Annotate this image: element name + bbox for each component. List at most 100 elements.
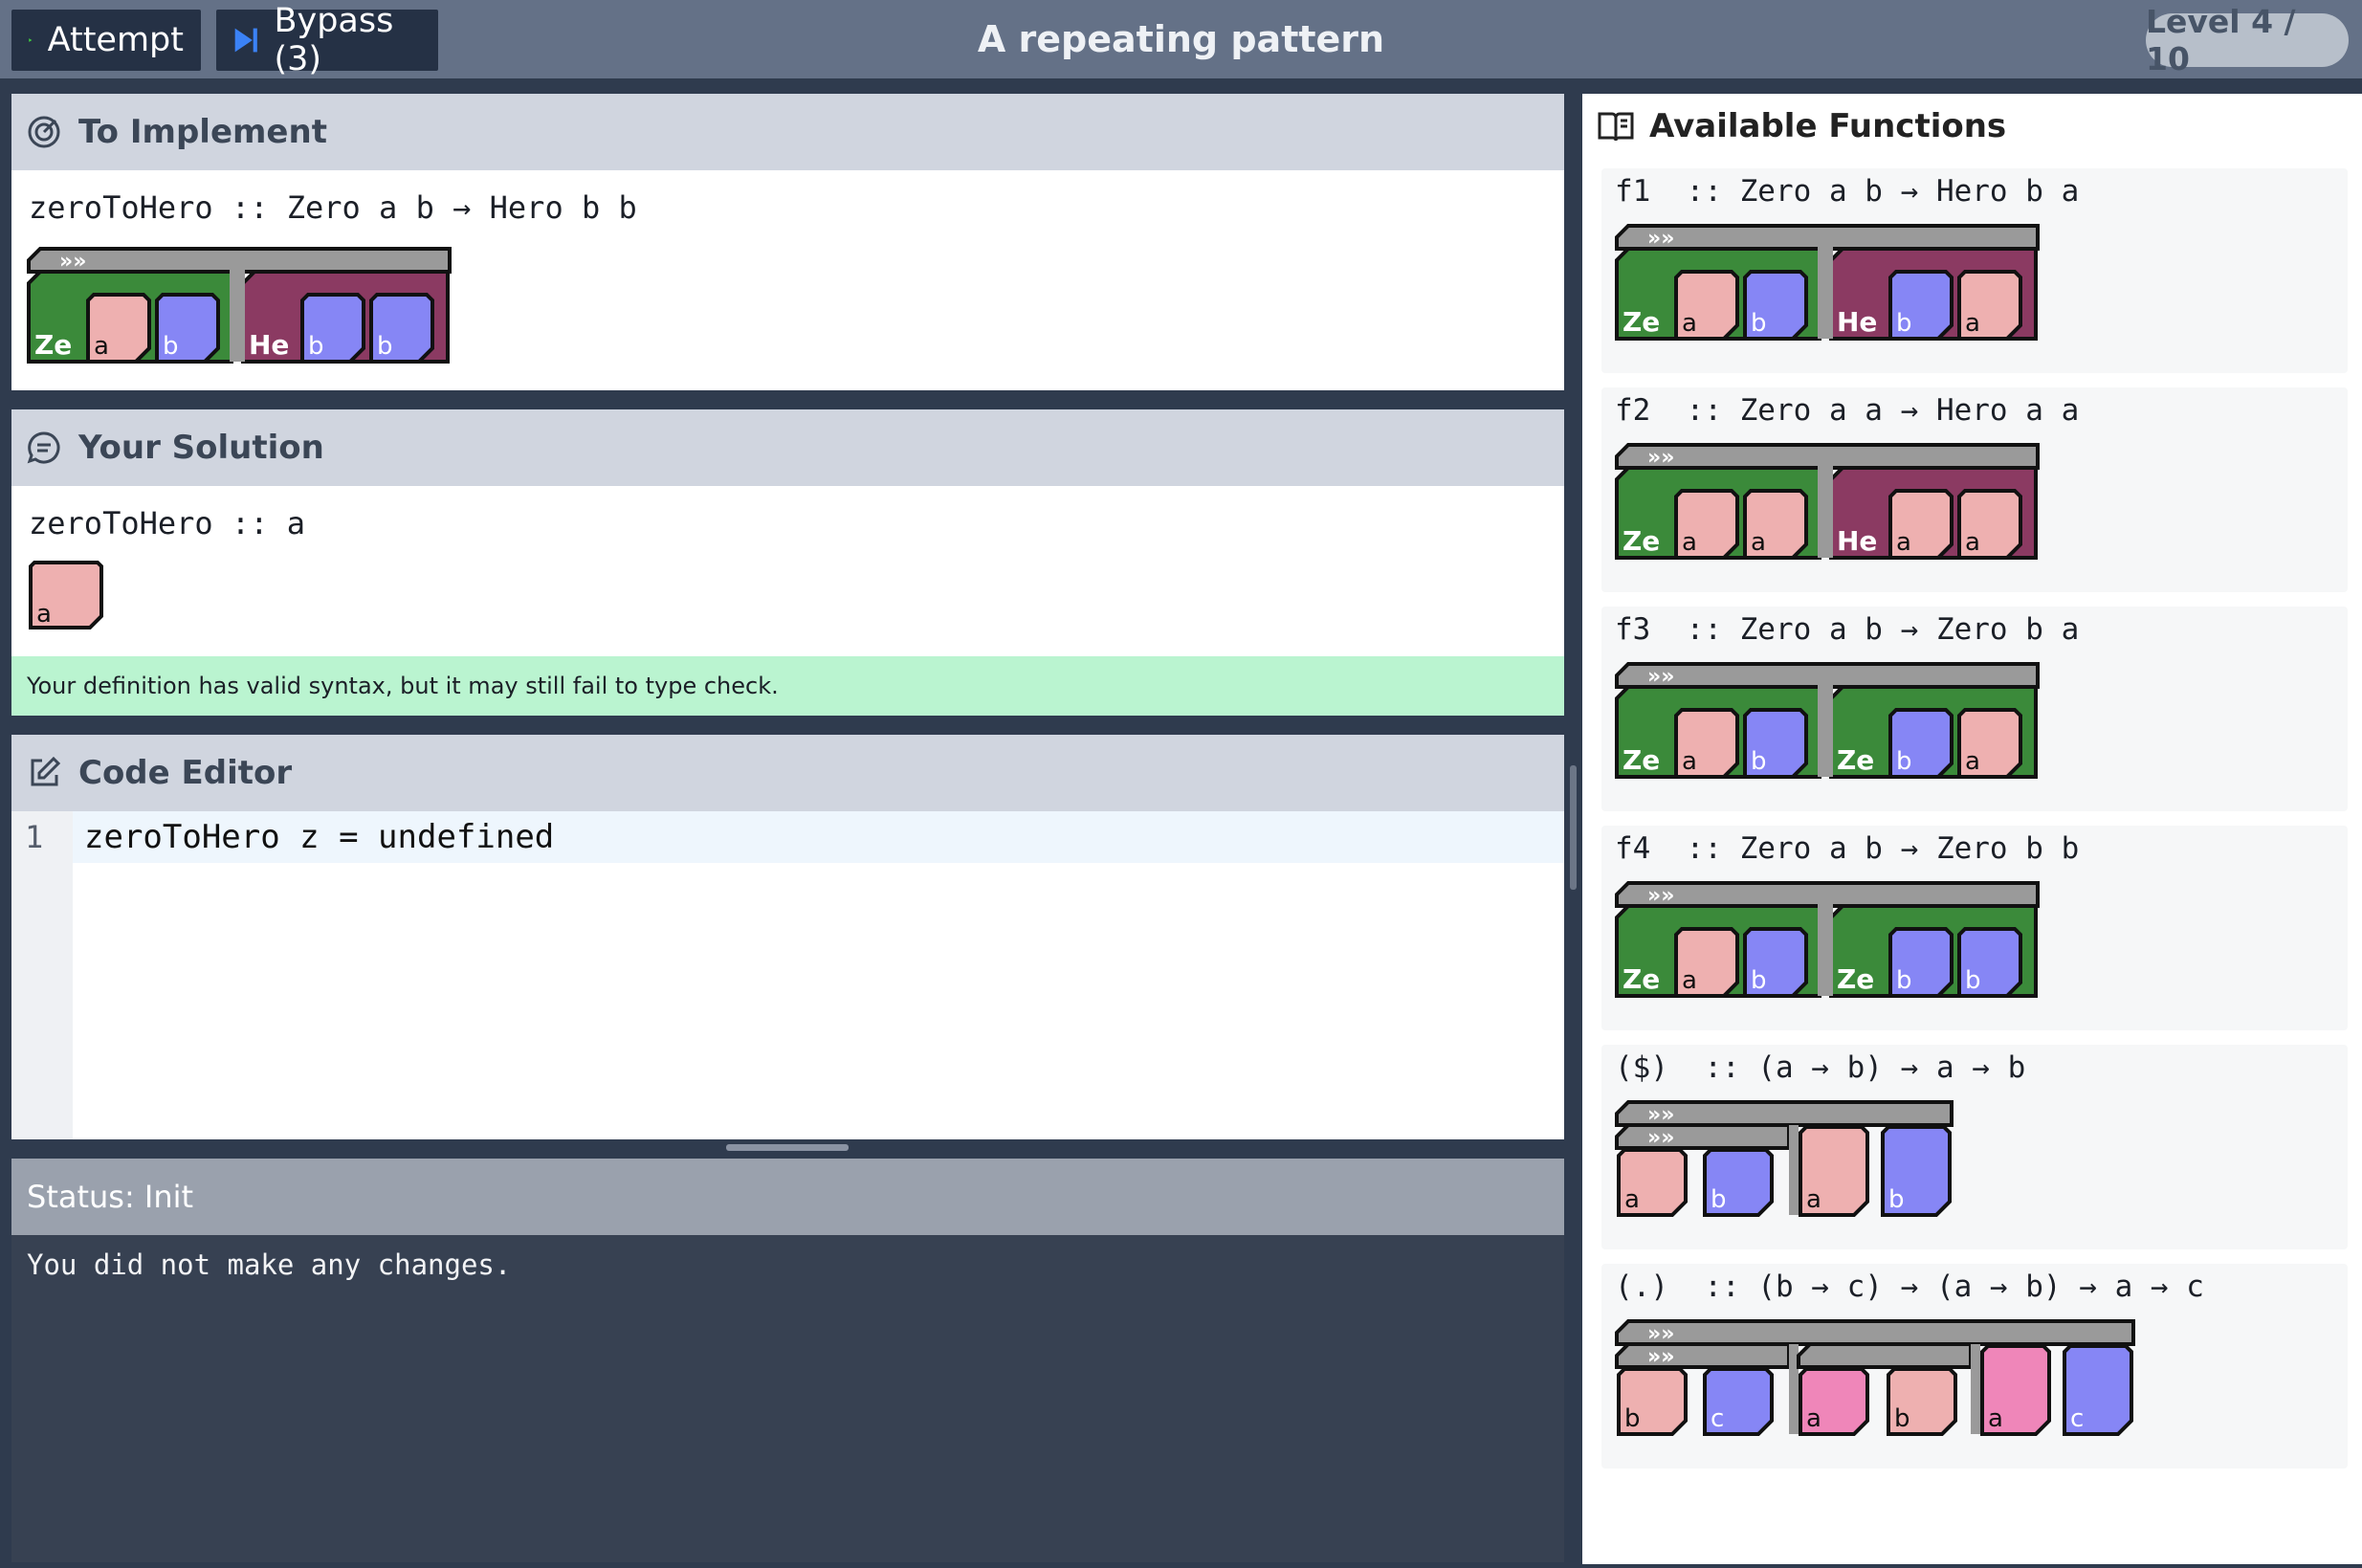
function-card-compose[interactable]: (.) :: (b → c) → (a → b) → a → c »»»» b c»… — [1601, 1264, 2348, 1469]
type-var-label: c — [1711, 1404, 1724, 1433]
type-var-label: b — [163, 332, 179, 361]
type-var-label: a — [1806, 1185, 1821, 1214]
your-solution-panel: Your Solution zeroToHero :: a a Your def… — [11, 409, 1564, 716]
function-type-diagram: »»Ze a b Ze b a — [1615, 662, 2040, 779]
function-card-f4[interactable]: f4 :: Zero a b → Zero b b »» Ze a b Ze b b — [1601, 826, 2348, 1030]
type-var-label: a — [1682, 747, 1697, 776]
type-constructor-label: Ze — [1622, 744, 1660, 776]
type-var-label: a — [1682, 309, 1697, 338]
function-arrow-divider — [1818, 685, 1833, 777]
edit-icon — [31, 756, 61, 786]
type-constructor-label: He — [249, 329, 289, 361]
type-var-label: b — [1965, 966, 1981, 995]
type-var-label: b — [1711, 1185, 1727, 1214]
type-var-label: b — [1751, 747, 1767, 776]
available-functions-header: Available Functions — [1598, 107, 2006, 145]
solution-type-diagram: a — [29, 561, 103, 629]
type-var-label: b — [1888, 1185, 1905, 1214]
function-arrow-divider — [1971, 1344, 1980, 1434]
target-icon — [28, 116, 60, 148]
skip-forward-icon — [234, 28, 257, 53]
your-solution-title: Your Solution — [78, 429, 324, 467]
function-card-f2[interactable]: f2 :: Zero a a → Hero a a »» Ze a a He a a — [1601, 387, 2348, 592]
function-type-diagram: »»»»a b a b — [1615, 1100, 1954, 1217]
type-var-label: b — [1624, 1404, 1641, 1433]
type-var-label: a — [1896, 528, 1911, 557]
function-arrow-bar — [1797, 1342, 1973, 1369]
line-number: 1 — [25, 819, 44, 855]
code-editor-header: Code Editor — [11, 735, 1564, 811]
function-arrow-bar — [1615, 662, 2040, 689]
code-editor-panel: Code Editor 1 zeroToHero z = undefined — [11, 735, 1564, 1139]
function-signature: f2 :: Zero a a → Hero a a — [1615, 393, 2080, 428]
to-implement-header: To Implement — [11, 94, 1564, 170]
type-var-label: b — [308, 332, 324, 361]
type-var-label: a — [1965, 309, 1980, 338]
column-resize-handle[interactable] — [1570, 765, 1577, 890]
type-var-label: a — [1682, 966, 1697, 995]
arrow-chevrons: »» — [1647, 1126, 1674, 1150]
type-var-label: a — [1965, 528, 1980, 557]
type-var-label: a — [1988, 1404, 2003, 1433]
type-var-label: b — [1896, 309, 1912, 338]
type-constructor-label: He — [1837, 525, 1877, 557]
bypass-button[interactable]: Bypass (3) — [216, 2, 438, 78]
function-type-diagram: »»»»b c»»a b a c — [1615, 1319, 2135, 1436]
type-constructor-label: Ze — [34, 329, 72, 361]
bypass-label: Bypass (3) — [274, 2, 394, 78]
type-var-label: a — [1624, 1185, 1640, 1214]
type-var-label: a — [1751, 528, 1766, 557]
function-type-diagram: »»Ze a a He a a — [1615, 443, 2040, 560]
type-var-label: c — [2070, 1404, 2084, 1433]
to-implement-title: To Implement — [78, 113, 327, 151]
attempt-button[interactable]: Attempt — [11, 10, 201, 71]
type-var-label: b — [1751, 966, 1767, 995]
target-type-diagram: »»Ze a b He b b — [27, 247, 452, 364]
type-constructor-label: Ze — [1622, 306, 1660, 338]
your-solution-header: Your Solution — [11, 409, 1564, 486]
panel-resize-handle[interactable] — [726, 1144, 849, 1151]
syntax-status-message: Your definition has valid syntax, but it… — [11, 656, 1564, 716]
type-var-label: b — [1896, 747, 1912, 776]
type-var-label: b — [1896, 966, 1912, 995]
function-arrow-divider — [230, 270, 245, 362]
function-card-f3[interactable]: f3 :: Zero a b → Zero b a »» Ze a b Ze b a — [1601, 607, 2348, 811]
function-signature: f1 :: Zero a b → Hero b a — [1615, 174, 2080, 209]
to-implement-panel: To Implement zeroToHero :: Zero a b → He… — [11, 94, 1564, 390]
code-line[interactable]: zeroToHero z = undefined — [84, 811, 554, 863]
type-constructor-label: He — [1837, 306, 1877, 338]
type-constructor-label: Ze — [1622, 963, 1660, 995]
function-arrow-divider — [1818, 466, 1833, 558]
function-arrow-divider — [1818, 247, 1833, 339]
function-arrow-divider — [1818, 904, 1833, 996]
type-var-label: b — [1751, 309, 1767, 338]
function-arrow-bar — [1615, 881, 2040, 908]
type-var-label: b — [1894, 1404, 1910, 1433]
type-var-label: a — [94, 332, 109, 361]
function-card-f1[interactable]: f1 :: Zero a b → Hero b a »» Ze a b He b a — [1601, 168, 2348, 373]
function-type-diagram: »»Ze a b Ze b b — [1615, 881, 2040, 998]
type-var-label: a — [1965, 747, 1980, 776]
type-constructor-label: Ze — [1837, 963, 1874, 995]
function-signature: f4 :: Zero a b → Zero b b — [1615, 831, 2080, 866]
available-functions-title: Available Functions — [1649, 107, 2007, 145]
available-functions-panel: Available Functions f1 :: Zero a b → Her… — [1582, 94, 2362, 1564]
function-type-diagram: »»Ze a b He b a — [1615, 224, 2040, 341]
function-arrow-divider — [1789, 1125, 1799, 1215]
function-signature: ($) :: (a → b) → a → b — [1615, 1050, 2026, 1085]
book-icon — [1598, 112, 1634, 142]
type-var-label: a — [1682, 528, 1697, 557]
level-badge: Level 4 / 10 — [2146, 3, 2349, 77]
type-var-a-label: a — [36, 600, 52, 629]
function-arrow-bar — [1615, 1123, 1791, 1150]
function-signature: (.) :: (b → c) → (a → b) → a → c — [1615, 1270, 2204, 1304]
function-card-apply[interactable]: ($) :: (a → b) → a → b »»»» a b a b — [1601, 1045, 2348, 1249]
attempt-label: Attempt — [47, 21, 184, 59]
function-signature: f3 :: Zero a b → Zero b a — [1615, 612, 2080, 647]
type-constructor-label: Ze — [1622, 525, 1660, 557]
type-var-label: a — [1806, 1404, 1821, 1433]
function-arrow-bar — [1615, 1342, 1791, 1369]
function-arrow-bar — [1615, 443, 2040, 470]
type-constructor-label: Ze — [1837, 744, 1874, 776]
code-editor-title: Code Editor — [78, 754, 293, 792]
